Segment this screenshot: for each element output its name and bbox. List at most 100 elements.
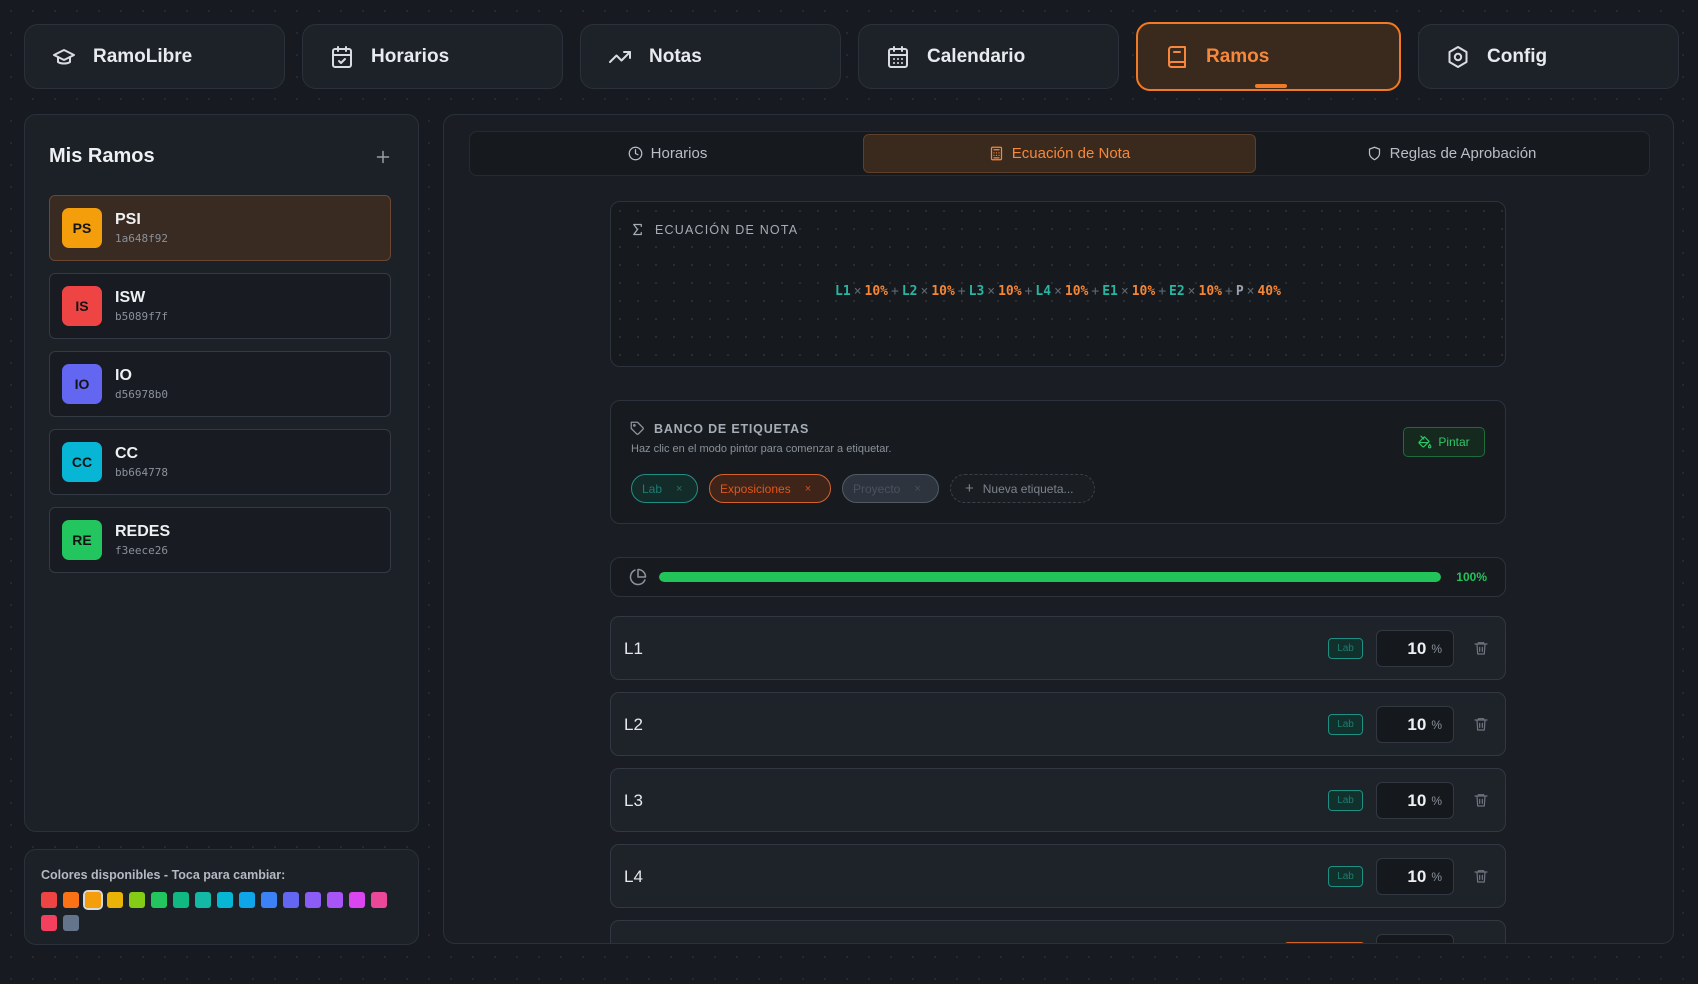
course-item-io[interactable]: IO IO d56978b0	[49, 351, 391, 417]
color-swatch[interactable]	[327, 892, 343, 908]
trash-icon[interactable]	[1473, 639, 1489, 657]
color-swatch[interactable]	[261, 892, 277, 908]
weight-input[interactable]: 10%	[1376, 706, 1454, 743]
nav-tab-calendario[interactable]: Calendario	[858, 24, 1119, 89]
tag-icon	[630, 421, 644, 435]
trash-icon[interactable]	[1473, 791, 1489, 809]
plus-icon: +	[965, 480, 974, 497]
weight-unit: %	[1431, 641, 1442, 656]
weight-value: 10	[1407, 714, 1427, 734]
new-tag-placeholder: Nueva etiqueta...	[982, 481, 1074, 496]
course-name: ISW	[115, 289, 146, 306]
evaluation-row[interactable]: L1 Lab 10%	[610, 616, 1506, 680]
tag-bank-card: BANCO DE ETIQUETAS Haz clic en el modo p…	[610, 400, 1506, 524]
courses-sidebar: Mis Ramos PS PSI 1a648f92 IS ISW b5089f7f …	[24, 114, 419, 832]
nav-tab-label: Calendario	[927, 45, 1026, 67]
course-item-cc[interactable]: CC CC bb664778	[49, 429, 391, 495]
weight-input[interactable]: 10%	[1376, 782, 1454, 819]
remove-tag-icon[interactable]: ×	[805, 483, 811, 495]
times-operator: ×	[1054, 284, 1062, 299]
times-operator: ×	[987, 284, 996, 299]
add-course-icon[interactable]	[372, 146, 394, 168]
tag-bank-subtitle: Haz clic en el modo pintor para comenzar…	[631, 443, 892, 455]
weight-input[interactable]	[1376, 934, 1454, 943]
evaluation-tag[interactable]: Lab	[1328, 714, 1363, 735]
top-nav: RamoLibre Horarios Notas Calendario Ramo…	[24, 22, 1679, 91]
color-swatches	[41, 890, 391, 931]
color-swatch[interactable]	[217, 892, 233, 908]
color-swatch[interactable]	[63, 892, 79, 908]
plus-operator: +	[1224, 284, 1233, 299]
nav-tab-label: RamoLibre	[93, 45, 193, 67]
equation-weight: 10%	[931, 284, 955, 299]
color-palette: Colores disponibles - Toca para cambiar:	[24, 849, 419, 945]
equation-weight: 10%	[1198, 284, 1222, 299]
tag-chips: Lab × Exposiciones × Proyecto × + Nueva …	[631, 474, 1095, 503]
color-swatch[interactable]	[305, 892, 321, 908]
trash-icon[interactable]	[1473, 715, 1489, 733]
color-swatch[interactable]	[63, 915, 79, 931]
tag-chip-lab[interactable]: Lab ×	[631, 474, 698, 503]
remove-tag-icon[interactable]: ×	[914, 483, 920, 495]
color-swatch[interactable]	[83, 890, 103, 910]
color-swatch[interactable]	[371, 892, 387, 908]
course-item-redes[interactable]: RE REDES f3eece26	[49, 507, 391, 573]
tab-label: Reglas de Aprobación	[1389, 145, 1537, 162]
weight-value: 10	[1407, 790, 1427, 810]
nav-tab-config[interactable]: Config	[1418, 24, 1679, 89]
progress-track	[659, 572, 1441, 582]
paint-button[interactable]: Pintar	[1403, 427, 1485, 457]
new-tag-input[interactable]: + Nueva etiqueta...	[950, 474, 1095, 503]
remove-tag-icon[interactable]: ×	[676, 483, 682, 495]
course-name: PSI	[115, 211, 141, 228]
evaluation-list: L1 Lab 10% L2 Lab 10% L3 Lab 10% L4 Lab …	[610, 616, 1506, 943]
color-swatch[interactable]	[129, 892, 145, 908]
shield-icon	[1368, 146, 1380, 161]
color-swatch[interactable]	[349, 892, 365, 908]
color-swatch[interactable]	[41, 892, 57, 908]
color-swatch[interactable]	[195, 892, 211, 908]
evaluation-tag[interactable]: Lab	[1328, 790, 1363, 811]
tab-ecuacion-de-nota[interactable]: Ecuación de Nota	[863, 134, 1256, 173]
nav-tab-notas[interactable]: Notas	[580, 24, 841, 89]
tag-bank-title: BANCO DE ETIQUETAS	[654, 421, 810, 436]
course-item-psi[interactable]: PS PSI 1a648f92	[49, 195, 391, 261]
evaluation-tag[interactable]	[1284, 942, 1365, 943]
calendar-check-icon	[332, 45, 352, 68]
color-swatch[interactable]	[239, 892, 255, 908]
evaluation-tag[interactable]: Lab	[1328, 638, 1363, 659]
color-swatch[interactable]	[151, 892, 167, 908]
nav-tab-horarios[interactable]: Horarios	[302, 24, 563, 89]
course-name: IO	[115, 367, 132, 384]
tab-label: Horarios	[650, 145, 708, 162]
weight-input[interactable]: 10%	[1376, 630, 1454, 667]
tag-chip-proyecto[interactable]: Proyecto ×	[842, 474, 939, 503]
progress-percent: 100%	[1456, 570, 1487, 584]
sidebar-title: Mis Ramos	[49, 145, 155, 167]
evaluation-row[interactable]: L4 Lab 10%	[610, 844, 1506, 908]
equation-weight: 40%	[1257, 284, 1281, 299]
evaluation-row[interactable]: L2 Lab 10%	[610, 692, 1506, 756]
times-operator: ×	[1246, 284, 1255, 299]
color-swatch[interactable]	[107, 892, 123, 908]
trash-icon[interactable]	[1473, 867, 1489, 885]
tag-chip-exposiciones[interactable]: Exposiciones ×	[709, 474, 831, 503]
evaluation-row[interactable]: L3 Lab 10%	[610, 768, 1506, 832]
weight-input[interactable]: 10%	[1376, 858, 1454, 895]
course-name: REDES	[115, 523, 171, 540]
tag-chip-label: Exposiciones	[720, 481, 791, 496]
tab-reglas-de-aprobacion[interactable]: Reglas de Aprobación	[1256, 134, 1647, 173]
course-item-isw[interactable]: IS ISW b5089f7f	[49, 273, 391, 339]
evaluation-tag[interactable]: Lab	[1328, 866, 1363, 887]
nav-tab-ramolibre[interactable]: RamoLibre	[24, 24, 285, 89]
course-badge: RE	[62, 520, 102, 560]
course-badge: CC	[62, 442, 102, 482]
equation-weight: 10%	[998, 284, 1022, 299]
tab-horarios[interactable]: Horarios	[472, 134, 863, 173]
color-swatch[interactable]	[41, 915, 57, 931]
color-swatch[interactable]	[283, 892, 299, 908]
nav-tab-ramos[interactable]: Ramos	[1136, 22, 1401, 91]
color-swatch[interactable]	[173, 892, 189, 908]
evaluation-row[interactable]	[610, 920, 1506, 943]
calculator-icon	[990, 146, 1002, 161]
